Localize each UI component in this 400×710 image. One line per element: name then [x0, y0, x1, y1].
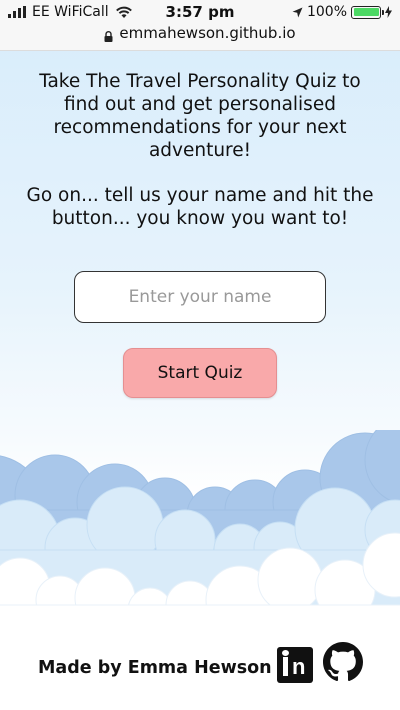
linkedin-n: n	[292, 654, 306, 679]
footer: Made by Emma Hewson n	[0, 638, 400, 688]
intro-text: Take The Travel Personality Quiz to find…	[39, 71, 361, 161]
main-content: Take The Travel Personality Quiz to find…	[0, 70, 400, 230]
charging-bolt-icon	[385, 6, 392, 18]
url-text: emmahewson.github.io	[119, 24, 296, 42]
battery-fill	[353, 8, 379, 16]
made-by-text: Made by Emma Hewson	[38, 658, 272, 678]
name-input[interactable]	[74, 271, 326, 323]
github-icon[interactable]	[323, 642, 363, 682]
status-right: 100%	[292, 4, 392, 20]
battery-icon	[351, 5, 384, 19]
status-bar: EE WiFiCall 3:57 pm 100% emmahewson.gith…	[0, 0, 400, 51]
start-quiz-button[interactable]: Start Quiz	[123, 348, 277, 398]
lock-icon	[104, 28, 113, 42]
prompt-text: Go on... tell us your name and hit the b…	[26, 185, 374, 229]
linkedin-i	[283, 657, 288, 676]
battery-percent: 100%	[306, 4, 347, 20]
linkedin-dot	[282, 650, 289, 656]
location-arrow-icon	[292, 7, 303, 17]
url-bar[interactable]: emmahewson.github.io	[0, 24, 400, 42]
linkedin-icon[interactable]: n	[277, 647, 313, 683]
